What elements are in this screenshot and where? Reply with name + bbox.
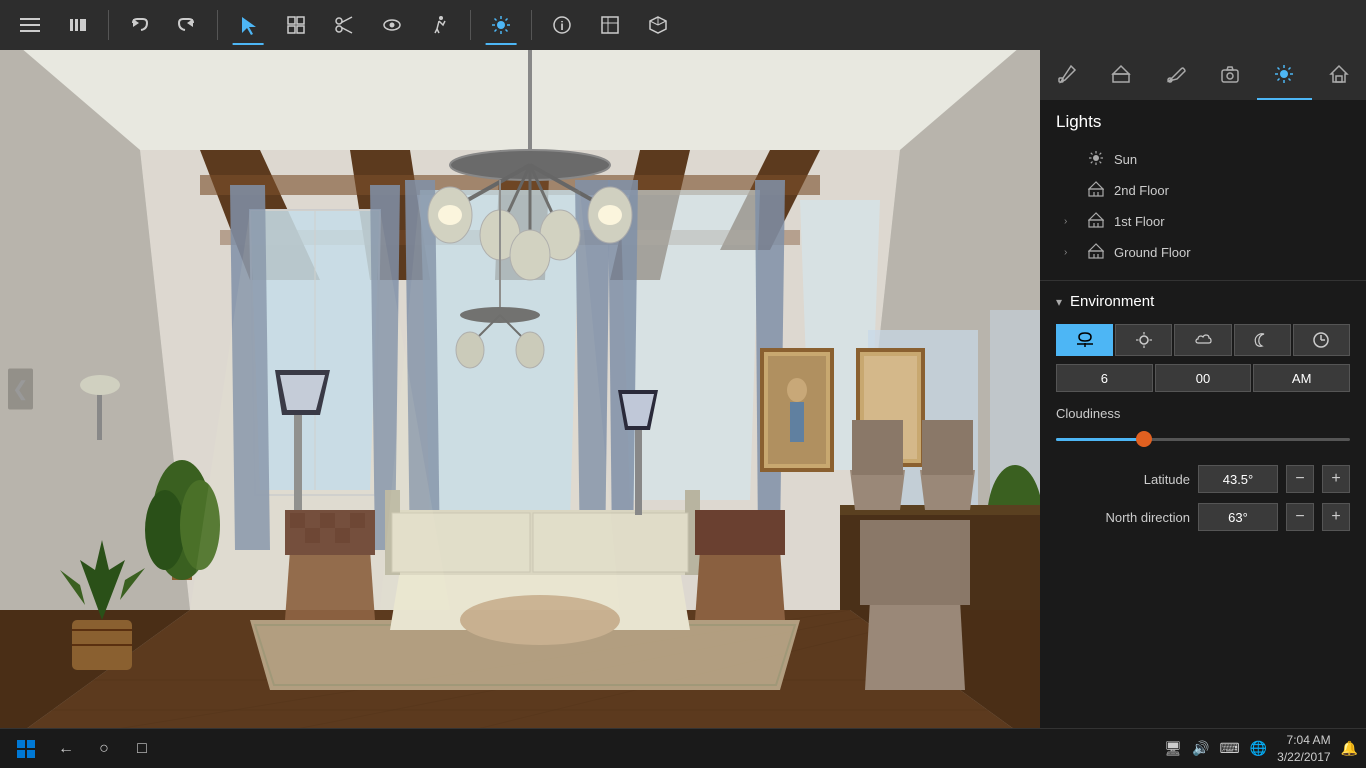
light-item-1st-floor[interactable]: › 1st Floor <box>1056 206 1350 237</box>
north-direction-plus-btn[interactable]: + <box>1322 503 1350 531</box>
paint-tab[interactable] <box>1149 50 1203 100</box>
north-direction-row: North direction 63° − + <box>1056 503 1350 531</box>
1st-floor-expand[interactable]: › <box>1064 216 1078 227</box>
info-button[interactable]: i <box>540 3 584 47</box>
latitude-plus-btn[interactable]: + <box>1322 465 1350 493</box>
taskbar-right: 🖥 🔊 ⌨ 🌐 7:04 AM 3/22/2017 🔔 <box>1164 732 1358 766</box>
library-button[interactable] <box>56 3 100 47</box>
latitude-row: Latitude 43.5° − + <box>1056 465 1350 493</box>
north-direction-label: North direction <box>1056 510 1190 525</box>
environment-collapse-icon: ▾ <box>1056 295 1062 309</box>
task-view-button[interactable]: □ <box>126 733 158 765</box>
eye-button[interactable] <box>370 3 414 47</box>
latitude-input[interactable]: 43.5° <box>1198 465 1278 493</box>
taskbar: ← ○ □ 🖥 🔊 ⌨ 🌐 7:04 AM 3/22/2017 🔔 <box>0 728 1366 768</box>
main-content: ❮ Lights <box>0 50 1366 728</box>
ground-floor-expand[interactable]: › <box>1064 247 1078 258</box>
menu-button[interactable] <box>8 3 52 47</box>
undo-button[interactable] <box>117 3 161 47</box>
time-preset-day[interactable] <box>1115 324 1172 356</box>
network-icon[interactable]: 🌐 <box>1250 740 1267 757</box>
home-tab[interactable] <box>1312 50 1366 100</box>
light-item-ground-floor[interactable]: › Ground Floor <box>1056 237 1350 268</box>
time-preset-clock[interactable] <box>1293 324 1350 356</box>
viewport-left-arrow[interactable]: ❮ <box>8 369 33 410</box>
latitude-minus-btn[interactable]: − <box>1286 465 1314 493</box>
toolbar-separator-2 <box>217 10 218 40</box>
environment-header[interactable]: ▾ Environment <box>1056 293 1350 310</box>
walk-button[interactable] <box>418 3 462 47</box>
room-scene <box>0 50 1040 728</box>
north-direction-minus-btn[interactable]: − <box>1286 503 1314 531</box>
1st-floor-icon <box>1088 212 1104 231</box>
2nd-floor-label: 2nd Floor <box>1114 183 1169 198</box>
cloudiness-label: Cloudiness <box>1056 406 1350 421</box>
view-button[interactable] <box>588 3 632 47</box>
lights-panel-tab[interactable] <box>1257 50 1311 100</box>
viewport[interactable]: ❮ <box>0 50 1040 728</box>
top-toolbar: i <box>0 0 1366 50</box>
home-button[interactable]: ○ <box>88 733 120 765</box>
time-hour-input[interactable]: 6 <box>1056 364 1153 392</box>
north-direction-input[interactable]: 63° <box>1198 503 1278 531</box>
svg-text:i: i <box>560 19 563 33</box>
right-panel: Lights Sun 2nd Floor › <box>1040 50 1366 728</box>
camera-tab[interactable] <box>1203 50 1257 100</box>
time-inputs: 6 00 AM <box>1056 364 1350 392</box>
time-ampm-input[interactable]: AM <box>1253 364 1350 392</box>
time-preset-sunrise[interactable] <box>1056 324 1113 356</box>
taskbar-left: ← ○ □ <box>8 731 158 767</box>
toolbar-separator-1 <box>108 10 109 40</box>
1st-floor-label: 1st Floor <box>1114 214 1165 229</box>
toolbar-separator-3 <box>470 10 471 40</box>
cloudiness-track <box>1056 438 1350 441</box>
cloudiness-thumb[interactable] <box>1136 431 1152 447</box>
time-preset-night[interactable] <box>1234 324 1291 356</box>
sun-light-icon <box>1088 150 1104 169</box>
time-min-input[interactable]: 00 <box>1155 364 1252 392</box>
volume-icon[interactable]: 🔊 <box>1192 740 1209 757</box>
tools-tab[interactable] <box>1040 50 1094 100</box>
keyboard-icon[interactable]: ⌨ <box>1220 740 1240 757</box>
select-tool-button[interactable] <box>226 3 270 47</box>
redo-button[interactable] <box>165 3 209 47</box>
objects-button[interactable] <box>274 3 318 47</box>
notification-icon[interactable]: 🔔 <box>1341 740 1358 757</box>
ground-floor-label: Ground Floor <box>1114 245 1191 260</box>
start-button[interactable] <box>8 731 44 767</box>
time-presets <box>1056 324 1350 356</box>
cloudiness-slider[interactable] <box>1056 429 1350 449</box>
environment-section: ▾ Environment <box>1040 280 1366 553</box>
light-item-sun[interactable]: Sun <box>1056 144 1350 175</box>
time-preset-cloudy[interactable] <box>1174 324 1231 356</box>
structure-tab[interactable] <box>1094 50 1148 100</box>
toolbar-separator-4 <box>531 10 532 40</box>
scissors-button[interactable] <box>322 3 366 47</box>
panel-tabs <box>1040 50 1366 100</box>
light-item-2nd-floor[interactable]: 2nd Floor <box>1056 175 1350 206</box>
2nd-floor-icon <box>1088 181 1104 200</box>
lights-section: Lights Sun 2nd Floor › <box>1040 100 1366 280</box>
cloudiness-fill <box>1056 438 1144 441</box>
environment-title: Environment <box>1070 293 1154 310</box>
lights-title: Lights <box>1056 112 1350 132</box>
taskbar-clock[interactable]: 7:04 AM 3/22/2017 <box>1277 732 1330 766</box>
sun-button[interactable] <box>479 3 523 47</box>
cube-button[interactable] <box>636 3 680 47</box>
latitude-label: Latitude <box>1056 472 1190 487</box>
back-button[interactable]: ← <box>50 733 82 765</box>
sun-label: Sun <box>1114 152 1137 167</box>
ground-floor-icon <box>1088 243 1104 262</box>
monitor-icon[interactable]: 🖥 <box>1164 740 1182 757</box>
